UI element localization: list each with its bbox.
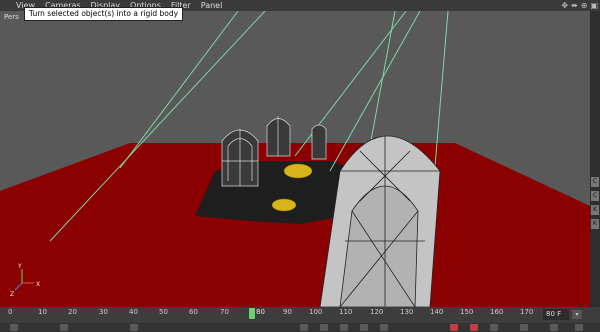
control-button[interactable]	[575, 324, 583, 331]
axis-z-label: Z	[10, 291, 14, 298]
control-button[interactable]	[130, 324, 138, 331]
tick-label: 120	[370, 308, 384, 316]
viewport-window-icons: ✥ ⬌ ⊕ ▣	[561, 0, 598, 11]
strip-tab-k1[interactable]: K	[591, 205, 599, 215]
menu-panel[interactable]: Panel	[201, 0, 223, 11]
tick-label: 130	[400, 308, 414, 316]
tick-label: 160	[490, 308, 504, 316]
channel-box-strip: C C K K	[590, 11, 600, 307]
control-button[interactable]	[490, 324, 498, 331]
axis-y-label: Y	[17, 263, 22, 270]
current-frame-label: 80	[256, 308, 265, 316]
current-frame-field[interactable]: 80 F	[543, 309, 569, 320]
current-frame-marker[interactable]	[249, 308, 255, 319]
tombstone-middle-wireframe	[266, 116, 291, 157]
frame-options-button[interactable]: ▾	[572, 310, 582, 319]
dolly-icon[interactable]: ⬌	[571, 1, 578, 10]
tick-label: 90	[283, 308, 292, 316]
timeline[interactable]: 0 10 20 30 40 50 60 70 90 100 110 120 13…	[0, 307, 600, 323]
tick-label: 60	[189, 308, 198, 316]
control-button[interactable]	[520, 324, 528, 331]
view-label: Pers	[4, 13, 19, 21]
tick-label: 0	[8, 308, 13, 316]
strip-tab-k2[interactable]: K	[591, 219, 599, 229]
tick-label: 20	[68, 308, 77, 316]
control-button[interactable]	[300, 324, 308, 331]
tick-label: 70	[220, 308, 229, 316]
3d-viewport[interactable]: Y X Z Pers	[0, 11, 590, 307]
control-button[interactable]	[340, 324, 348, 331]
strip-tab-c1[interactable]: C	[591, 177, 599, 187]
control-button[interactable]	[320, 324, 328, 331]
tick-label: 30	[99, 308, 108, 316]
maximize-icon[interactable]: ▣	[590, 1, 598, 10]
tick-label: 150	[460, 308, 474, 316]
tick-label: 50	[159, 308, 168, 316]
control-button[interactable]	[360, 324, 368, 331]
record-button[interactable]	[450, 324, 458, 331]
tick-label: 100	[309, 308, 323, 316]
rigid-body-tooltip: Turn selected object(s) into a rigid bod…	[24, 7, 184, 21]
control-button[interactable]	[60, 324, 68, 331]
move-view-icon[interactable]: ✥	[561, 1, 568, 10]
tick-label: 40	[129, 308, 138, 316]
control-button[interactable]	[10, 324, 18, 331]
strip-tab-c2[interactable]: C	[591, 191, 599, 201]
control-button[interactable]	[550, 324, 558, 331]
tick-label: 110	[339, 308, 353, 316]
axis-x-label: X	[36, 281, 40, 288]
tombstone-small-wireframe	[311, 124, 327, 160]
tick-label: 10	[38, 308, 47, 316]
tombstone-left-wireframe	[221, 129, 259, 187]
bottom-control-row	[0, 323, 600, 332]
tick-label: 140	[430, 308, 444, 316]
zoom-icon[interactable]: ⊕	[581, 1, 588, 10]
control-button[interactable]	[470, 324, 478, 331]
viewport-scene: Y X Z	[0, 11, 590, 307]
control-button[interactable]	[380, 324, 388, 331]
tick-label: 170	[520, 308, 534, 316]
